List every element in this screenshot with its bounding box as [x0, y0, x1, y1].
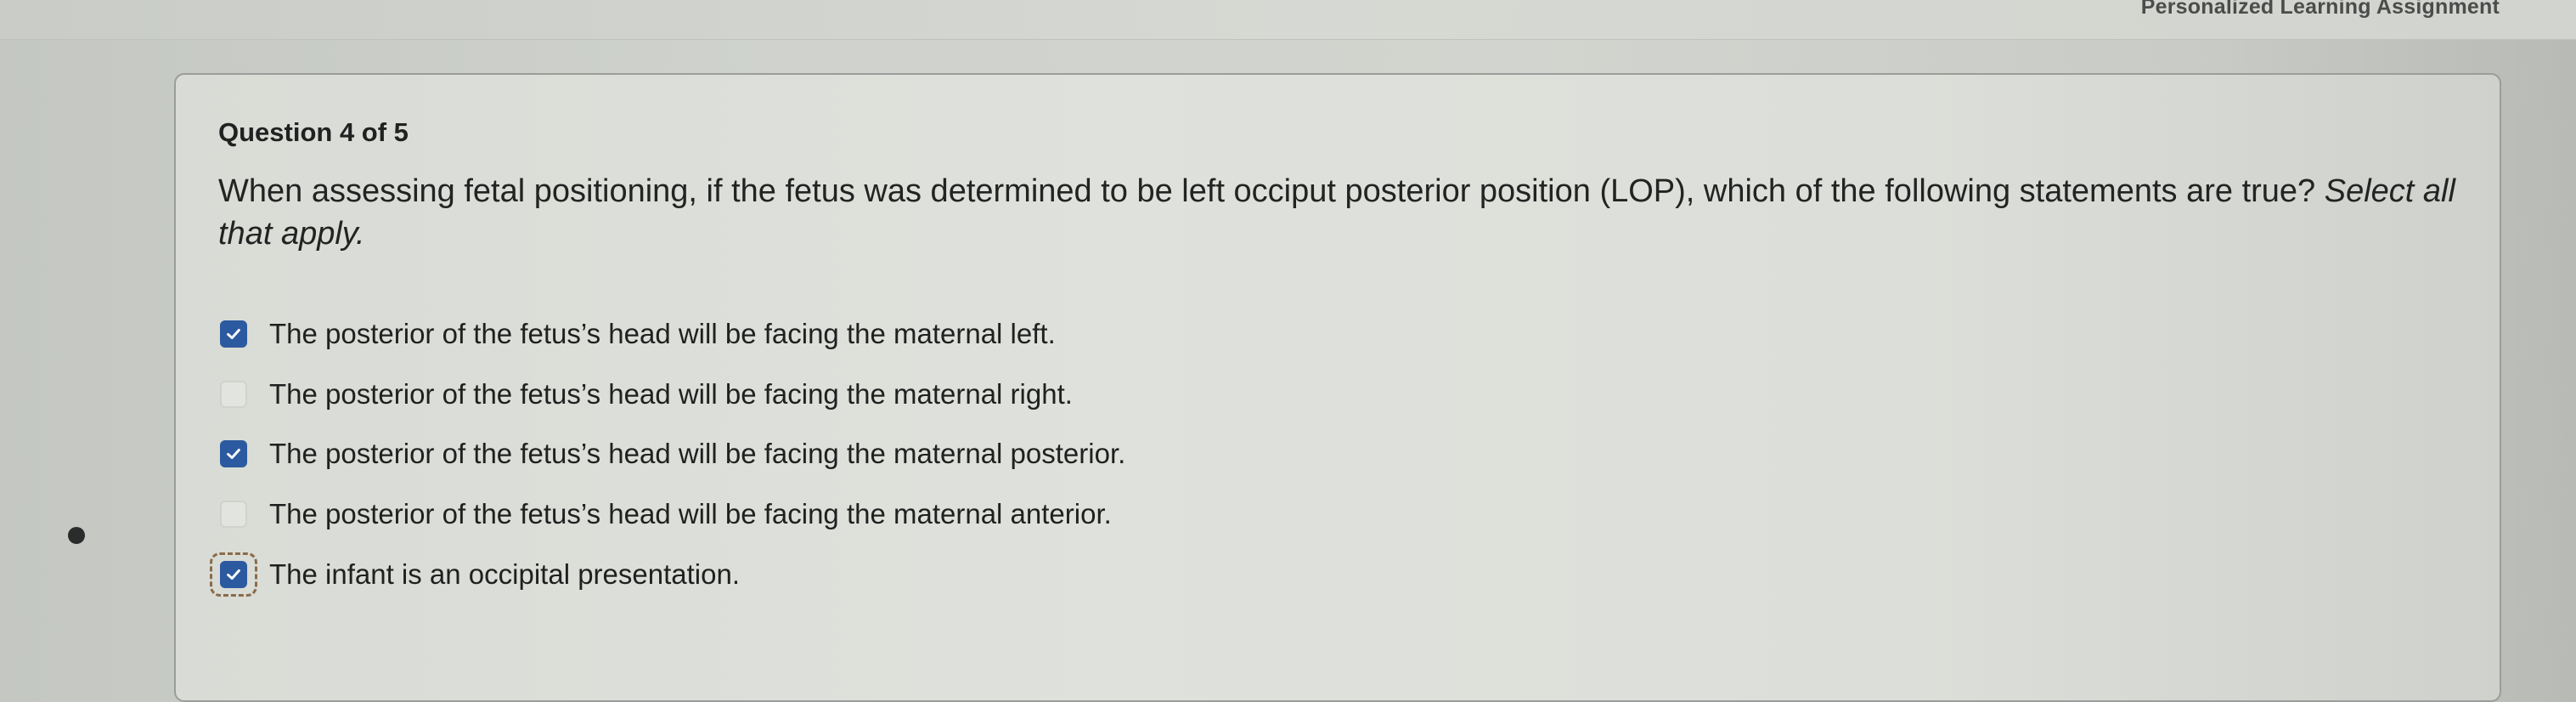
checkbox-option-4[interactable] — [220, 501, 247, 528]
option-label: The infant is an occipital presentation. — [269, 558, 740, 590]
option-label: The posterior of the fetus’s head will b… — [269, 438, 1126, 469]
answer-option-3[interactable]: The posterior of the fetus’s head will b… — [220, 433, 1125, 475]
option-label: The posterior of the fetus’s head will b… — [269, 498, 1112, 529]
edge-dot — [68, 527, 85, 544]
checkbox-option-1[interactable] — [220, 320, 247, 348]
checkbox-option-2[interactable] — [220, 381, 247, 408]
checkmark-icon — [227, 448, 240, 460]
question-stem: When assessing fetal positioning, if the… — [218, 173, 2325, 209]
question-card: Question 4 of 5 When assessing fetal pos… — [174, 73, 2501, 702]
checkmark-icon — [227, 328, 240, 340]
question-counter: Question 4 of 5 — [218, 117, 409, 147]
answer-option-5[interactable]: The infant is an occipital presentation. — [210, 552, 740, 597]
option-label: The posterior of the fetus’s head will b… — [269, 378, 1073, 410]
checkbox-option-3[interactable] — [220, 440, 247, 467]
assignment-title: Personalized Learning Assignment — [2140, 0, 2500, 19]
focus-ring — [210, 552, 257, 597]
option-label: The posterior of the fetus’s head will b… — [269, 318, 1056, 349]
top-bar: Personalized Learning Assignment — [0, 0, 2576, 40]
answer-option-1[interactable]: The posterior of the fetus’s head will b… — [220, 313, 1056, 355]
answer-option-2[interactable]: The posterior of the fetus’s head will b… — [220, 373, 1073, 416]
question-text: When assessing fetal positioning, if the… — [218, 170, 2494, 255]
answer-option-4[interactable]: The posterior of the fetus’s head will b… — [220, 493, 1112, 535]
